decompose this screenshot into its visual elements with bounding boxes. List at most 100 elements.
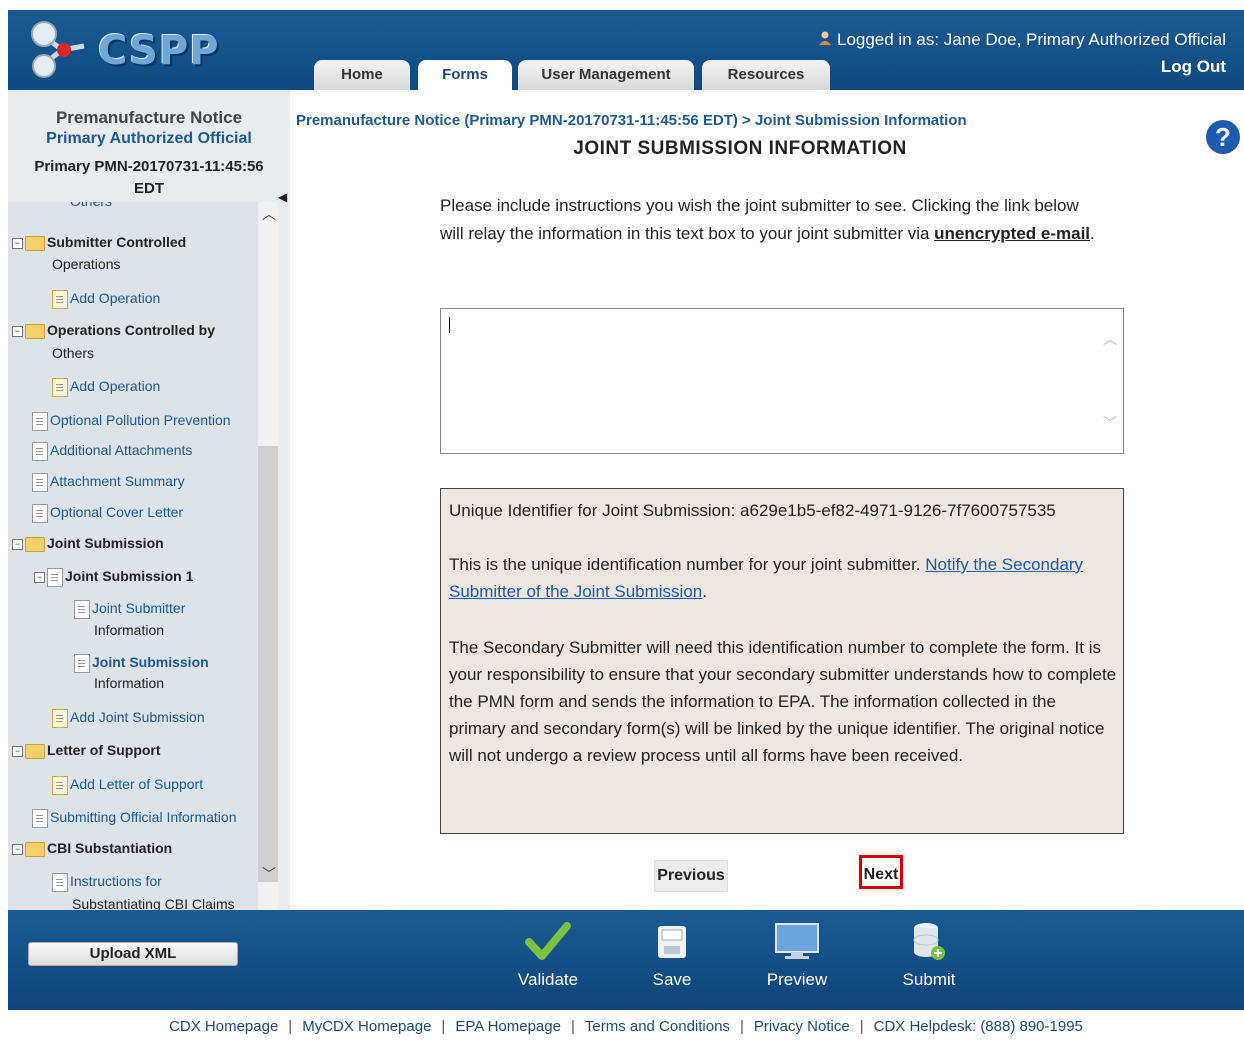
- action-toolbar: Upload XML Validate Save Preview Submit: [8, 910, 1244, 1010]
- save-button[interactable]: Save: [638, 920, 706, 990]
- text-cursor: [449, 317, 450, 333]
- tree-item-joint-submission-1[interactable]: − Joint Submission 1: [34, 568, 193, 587]
- validate-button[interactable]: Validate: [510, 920, 586, 990]
- tree-item-label-line2: Information: [94, 622, 165, 638]
- page-title: JOINT SUBMISSION INFORMATION: [573, 138, 907, 159]
- tree-item-joint-submission-information[interactable]: Joint Submission: [74, 654, 209, 673]
- tree-item-attachment-summary[interactable]: Attachment Summary: [32, 473, 185, 492]
- document-icon: [32, 412, 48, 431]
- tree-item-joint-submitter-information[interactable]: Joint Submitter: [74, 600, 185, 619]
- add-document-icon: [52, 776, 68, 795]
- tab-resources[interactable]: Resources: [702, 60, 830, 90]
- document-icon: [74, 654, 90, 673]
- tree-item-optional-cover-letter[interactable]: Optional Cover Letter: [32, 504, 183, 523]
- document-icon: [52, 873, 68, 892]
- identification-paragraph: This is the unique identification number…: [449, 555, 1084, 601]
- unencrypted-email-label: unencrypted e-mail: [934, 224, 1091, 243]
- add-document-icon: [52, 290, 68, 309]
- folder-icon: [25, 536, 45, 552]
- upload-xml-button[interactable]: Upload XML: [28, 942, 238, 966]
- tree-folder-label-line2: Others: [52, 345, 95, 361]
- scroll-down-icon[interactable]: ﹀: [262, 867, 276, 881]
- collapse-icon[interactable]: −: [12, 843, 23, 855]
- folder-icon: [25, 743, 45, 759]
- logout-link[interactable]: Log Out: [1161, 57, 1226, 77]
- document-icon: [32, 473, 48, 492]
- database-add-icon: [913, 923, 945, 960]
- previous-button[interactable]: Previous: [654, 860, 728, 892]
- footer-links: CDX Homepage | MyCDX Homepage | EPA Homepage…: [169, 1018, 1083, 1035]
- footer-link-cdx-homepage[interactable]: CDX Homepage: [169, 1018, 278, 1035]
- sidebar-pmn-id: Primary PMN-20170731-11:45:56 EDT: [8, 156, 290, 200]
- logo-text: CSPP: [98, 28, 220, 74]
- document-icon: [32, 809, 48, 828]
- tree-folder-joint-submission[interactable]: − Joint Submission: [12, 535, 164, 552]
- molecule-icon: [31, 21, 85, 78]
- document-icon: [32, 504, 48, 523]
- next-button[interactable]: Next: [859, 855, 903, 889]
- footer-link-mycdx-homepage[interactable]: MyCDX Homepage: [302, 1018, 431, 1035]
- tree-folder-operations-controlled-by-others[interactable]: − Operations Controlled by: [12, 322, 215, 339]
- preview-button[interactable]: Preview: [756, 920, 838, 990]
- tree-item-others[interactable]: Others: [70, 202, 112, 212]
- collapse-sidebar-icon[interactable]: ◀: [278, 190, 290, 204]
- app-window: CSPP Logged in as: Jane Doe, Primary Aut…: [8, 10, 1244, 1038]
- sidebar: Premanufacture Notice Primary Authorized…: [8, 90, 290, 910]
- joint-instructions-textarea[interactable]: ︿ ﹀: [440, 308, 1124, 454]
- sidebar-scrollbar[interactable]: ︿ ﹀: [258, 202, 278, 910]
- tree-folder-label-line2: Operations: [52, 256, 121, 272]
- footer-link-helpdesk[interactable]: CDX Helpdesk: (888) 890-1995: [874, 1018, 1083, 1035]
- sidebar-subtitle: Primary Authorized Official: [46, 130, 252, 147]
- folder-icon: [25, 323, 45, 339]
- scroll-up-icon[interactable]: ︿: [262, 207, 276, 221]
- cspp-logo: CSPP: [22, 16, 222, 82]
- user-icon: [817, 30, 833, 46]
- textarea-scroll-up-icon[interactable]: ︿: [1103, 329, 1117, 349]
- checkmark-icon: [525, 922, 571, 960]
- tree-item-submitting-official-information[interactable]: Submitting Official Information: [32, 809, 237, 828]
- add-document-icon: [52, 378, 68, 397]
- tree-item-add-joint-submission[interactable]: Add Joint Submission: [52, 709, 205, 728]
- main-content: Premanufacture Notice (Primary PMN-20170…: [290, 90, 1244, 910]
- footer-link-terms[interactable]: Terms and Conditions: [585, 1018, 730, 1035]
- tree-item-add-operation-2[interactable]: Add Operation: [52, 378, 160, 397]
- collapse-icon[interactable]: −: [34, 572, 45, 583]
- collapse-icon[interactable]: −: [12, 745, 23, 757]
- collapse-icon[interactable]: −: [12, 237, 23, 249]
- tree-folder-letter-of-support[interactable]: − Letter of Support: [12, 742, 161, 759]
- secondary-submitter-paragraph: The Secondary Submitter will need this i…: [449, 638, 1117, 765]
- footer-link-privacy[interactable]: Privacy Notice: [754, 1018, 850, 1035]
- document-icon: [74, 600, 90, 619]
- submit-button[interactable]: Submit: [894, 920, 964, 990]
- tab-user-management[interactable]: User Management: [518, 60, 694, 90]
- help-icon[interactable]: ?: [1206, 120, 1240, 154]
- sidebar-header: Premanufacture Notice Primary Authorized…: [8, 90, 290, 202]
- footer-link-epa-homepage[interactable]: EPA Homepage: [455, 1018, 561, 1035]
- textarea-scroll-down-icon[interactable]: ﹀: [1103, 413, 1117, 433]
- monitor-icon: [775, 923, 819, 959]
- tree-item-label-line2: Information: [94, 675, 165, 691]
- logged-in-text: Logged in as: Jane Doe, Primary Authoriz…: [836, 30, 1226, 49]
- pmn-id-line1: Primary PMN-20170731-11:45:56: [34, 158, 264, 175]
- breadcrumb[interactable]: Premanufacture Notice (Primary PMN-20170…: [296, 112, 967, 129]
- edit-document-icon: [47, 568, 63, 587]
- tree-item-optional-pollution-prevention[interactable]: Optional Pollution Prevention: [32, 412, 231, 431]
- pmn-id-line2: EDT: [134, 180, 164, 197]
- navigation-tree: Others −Submitter Controlled Operations …: [8, 202, 258, 910]
- add-document-icon: [52, 709, 68, 728]
- tree-folder-submitter-controlled-operations[interactable]: − Submitter Controlled: [12, 234, 186, 251]
- tab-forms[interactable]: Forms: [418, 60, 512, 90]
- tree-item-add-letter-of-support[interactable]: Add Letter of Support: [52, 776, 203, 795]
- tree-item-label-line2: Substantiating CBI Claims: [72, 896, 235, 910]
- tree-folder-cbi-substantiation[interactable]: − CBI Substantiation: [12, 840, 172, 857]
- tab-home[interactable]: Home: [314, 60, 410, 90]
- tree-item-add-operation[interactable]: Add Operation: [52, 290, 160, 309]
- tree-item-additional-attachments[interactable]: Additional Attachments: [32, 442, 192, 461]
- unique-identifier-text: Unique Identifier for Joint Submission: …: [449, 501, 1056, 520]
- floppy-disk-icon: [658, 926, 686, 958]
- scrollbar-thumb[interactable]: [258, 446, 278, 882]
- collapse-icon[interactable]: −: [12, 538, 23, 550]
- tree-item-instructions-cbi[interactable]: Instructions for: [52, 873, 162, 892]
- joint-submission-info-box: Unique Identifier for Joint Submission: …: [440, 488, 1124, 834]
- collapse-icon[interactable]: −: [12, 325, 23, 337]
